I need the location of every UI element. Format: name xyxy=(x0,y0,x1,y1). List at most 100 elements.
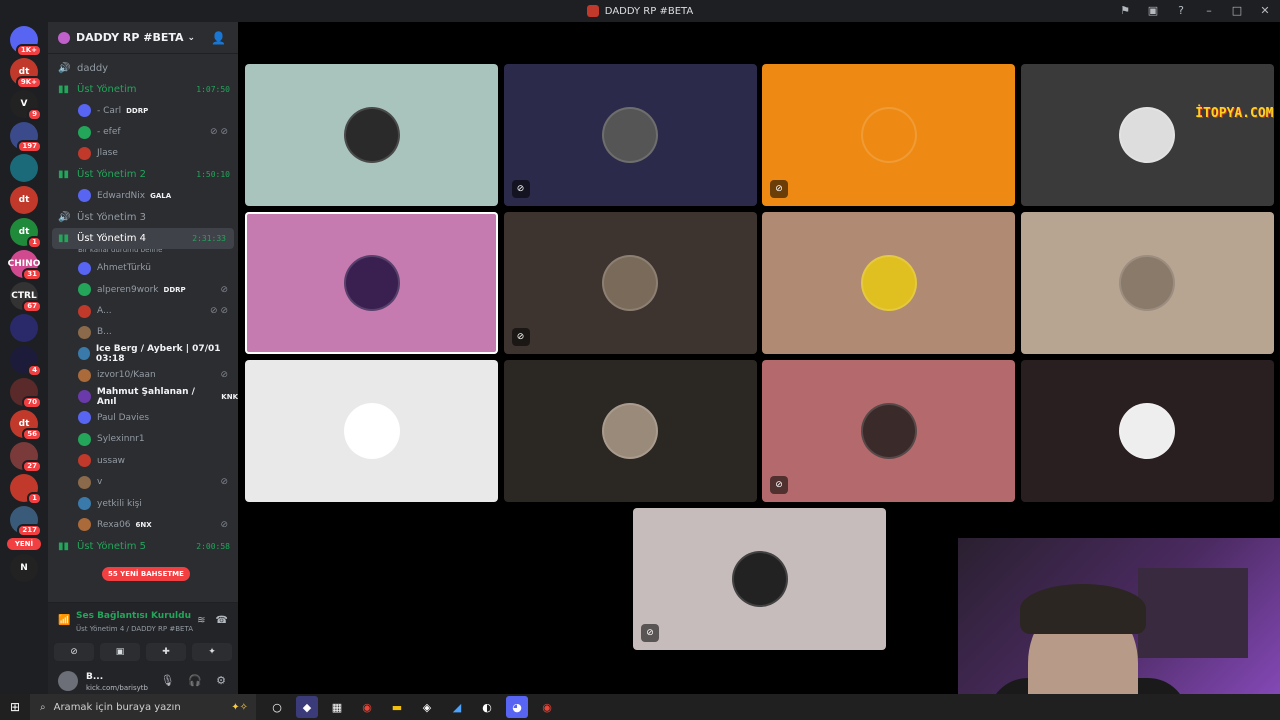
app-icon[interactable]: ◆ xyxy=(296,696,318,718)
avatar[interactable] xyxy=(58,671,78,691)
minimize-icon[interactable]: – xyxy=(1202,3,1216,17)
voice-user[interactable]: Ice Berg / Ayberk | 07/01 03:18 xyxy=(48,343,238,364)
server-icon[interactable]: CTRL 67 xyxy=(10,282,42,313)
soundboard-button[interactable]: ✦ xyxy=(192,643,232,661)
new-badge[interactable]: YENİ xyxy=(7,538,41,550)
voice-channel-ust-yonetim[interactable]: ▮▮ Üst Yönetim 1:07:50 xyxy=(48,79,238,100)
invite-people-icon[interactable]: 👤 xyxy=(211,31,226,45)
server-icon[interactable]: V9 xyxy=(10,90,42,121)
unread-badge: 9 xyxy=(27,108,42,121)
user-name: Paul Davies xyxy=(97,412,150,423)
discord-icon[interactable]: ◕ xyxy=(506,696,528,718)
avatar xyxy=(78,125,91,139)
server-icon[interactable]: 4 xyxy=(10,346,42,377)
microphone-icon[interactable]: 🎙 xyxy=(160,674,174,687)
server-icon[interactable]: 1K+ xyxy=(10,26,42,57)
voice-user[interactable]: v ⊘ xyxy=(48,471,238,492)
voice-user[interactable]: A... ⊘ ⊘ xyxy=(48,300,238,321)
voice-user[interactable]: Rexa06 6NX ⊘ xyxy=(48,514,238,535)
store-icon[interactable]: ▦ xyxy=(326,696,348,718)
server-icon[interactable]: 217 xyxy=(10,506,42,537)
participant-tile[interactable] xyxy=(1020,212,1274,354)
vscode-icon[interactable]: ◢ xyxy=(446,696,468,718)
participant-tile[interactable] xyxy=(503,360,757,502)
new-mentions-pill[interactable]: 55 YENİ BAHSETME xyxy=(102,567,190,581)
participant-tile[interactable]: ⊘ xyxy=(762,360,1015,502)
voice-user[interactable]: B... xyxy=(48,322,238,343)
disconnect-icon[interactable]: ☎ xyxy=(216,615,228,626)
taskbar-search[interactable]: ⌕ Aramak için buraya yazın ✦✧ xyxy=(30,694,256,720)
voice-user[interactable]: izvor10/Kaan ⊘ xyxy=(48,365,238,386)
obs-icon[interactable]: ◐ xyxy=(476,696,498,718)
activities-button[interactable]: ✚ xyxy=(146,643,186,661)
headphones-icon[interactable]: 🎧 xyxy=(188,674,202,687)
voice-channel-daddy[interactable]: 🔊 daddy xyxy=(48,58,238,79)
server-icon[interactable]: dt 56 xyxy=(10,410,42,441)
folder-icon[interactable]: ▬ xyxy=(386,696,408,718)
voice-location[interactable]: Üst Yönetim 4 / DADDY RP #BETA xyxy=(76,625,193,633)
voice-user[interactable]: EdwardNix GALA xyxy=(48,185,238,206)
voice-user[interactable]: ussaw xyxy=(48,450,238,471)
chrome-icon[interactable]: ◉ xyxy=(536,696,558,718)
flag-icon[interactable]: ⚑ xyxy=(1118,3,1132,17)
participant-tile[interactable] xyxy=(245,64,498,206)
windows-start-icon[interactable]: ⊞ xyxy=(0,700,30,714)
participant-tile[interactable]: ⊘ xyxy=(633,508,886,650)
voice-user[interactable]: Paul Davies xyxy=(48,407,238,428)
close-icon[interactable]: ✕ xyxy=(1258,3,1272,17)
voice-channel-ust-yonetim-2[interactable]: ▮▮ Üst Yönetim 2 1:50:10 xyxy=(48,164,238,185)
participant-tile[interactable]: ⊘ xyxy=(762,64,1015,206)
server-icon[interactable]: 27 xyxy=(10,442,42,473)
screen-share-button[interactable]: ▣ xyxy=(100,643,140,661)
steam-icon[interactable]: ◈ xyxy=(416,696,438,718)
user-name: Ice Berg / Ayberk | 07/01 03:18 xyxy=(95,343,221,364)
server-icon[interactable] xyxy=(10,314,38,342)
user-name: A... xyxy=(97,306,112,317)
speaker-icon: ▮▮ xyxy=(58,540,70,552)
signal-icon[interactable]: 📶 xyxy=(58,615,70,626)
voice-user[interactable]: Jlase xyxy=(48,143,238,164)
server-icon[interactable]: dt xyxy=(10,186,38,214)
inbox-icon[interactable]: ▣ xyxy=(1146,3,1160,17)
server-icon[interactable]: dt 1 xyxy=(10,218,42,249)
channel-timer: 2:00:58 xyxy=(196,541,230,551)
server-icon[interactable]: CHINO 31 xyxy=(8,250,42,281)
gear-icon[interactable]: ⚙ xyxy=(216,674,226,687)
voice-user[interactable]: Sylexinnr1 xyxy=(48,429,238,450)
server-icon[interactable]: 197 xyxy=(10,122,42,153)
help-icon[interactable]: ? xyxy=(1174,3,1188,17)
taskbar: ⊞ ⌕ Aramak için buraya yazın ✦✧ ○ ◆ ▦ ◉ … xyxy=(0,694,1280,720)
participant-tile[interactable] xyxy=(762,212,1015,354)
participant-tile[interactable]: ⊘ xyxy=(503,212,757,354)
participant-tile[interactable] xyxy=(245,360,498,502)
voice-channel-ust-yonetim-3[interactable]: 🔊 Üst Yönetim 3 xyxy=(48,207,238,228)
participant-tile[interactable] xyxy=(1020,360,1274,502)
server-rail: 1K+ dt 9K+ V 9 197 dt dt 1 CHINO 31 CTRL 67 4 70 dt 56 27… xyxy=(0,22,48,698)
voice-channel-ust-yonetim-4[interactable]: ▮▮ Üst Yönetim 4 2:31:33 xyxy=(52,227,234,249)
server-icon[interactable]: 70 xyxy=(10,378,42,409)
participant-tile[interactable]: ⊘ xyxy=(503,64,757,206)
participant-tile[interactable]: İTOPYA.COM xyxy=(1020,64,1274,206)
participant-avatar xyxy=(860,403,917,459)
server-icon[interactable]: N xyxy=(10,554,38,582)
voice-user[interactable]: AhmetTürkü xyxy=(48,258,238,279)
server-icon[interactable] xyxy=(10,154,38,182)
avatar xyxy=(78,146,91,160)
guild-header[interactable]: DADDY RP #BETA ⌄ 👤 xyxy=(48,22,238,54)
user-name: AhmetTürkü xyxy=(97,263,151,274)
chrome-icon[interactable]: ◉ xyxy=(356,696,378,718)
voice-user[interactable]: - Carl DDRP xyxy=(48,100,238,121)
participant-tile[interactable] xyxy=(245,212,498,354)
camera-button[interactable]: ⊘ xyxy=(54,643,94,661)
voice-channel-ust-yonetim-5[interactable]: ▮▮ Üst Yönetim 5 2:00:58 xyxy=(48,536,238,557)
noise-suppression-icon[interactable]: ≋ xyxy=(197,615,205,626)
voice-user[interactable]: - efef ⊘ ⊘ xyxy=(48,121,238,142)
voice-user[interactable]: yetkili kişi xyxy=(48,493,238,514)
voice-user[interactable]: alperen9work DDRP ⊘ xyxy=(48,279,238,300)
voice-user[interactable]: Mahmut Şahlanan / Anıl KNK xyxy=(48,386,238,407)
server-icon[interactable]: dt 9K+ xyxy=(10,58,42,89)
maximize-icon[interactable]: □ xyxy=(1230,3,1244,17)
server-icon[interactable]: 1 xyxy=(10,474,42,505)
unread-badge: 1 xyxy=(27,236,42,249)
task-view-icon[interactable]: ○ xyxy=(266,696,288,718)
